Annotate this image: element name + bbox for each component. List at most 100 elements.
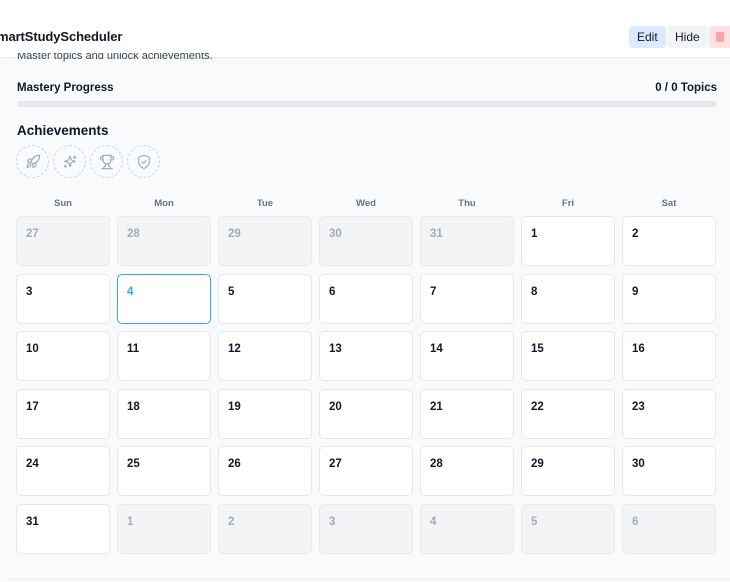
calendar-day[interactable]: 19 [218,389,312,439]
edit-button[interactable]: Edit [629,26,666,48]
day-number: 27 [329,458,342,470]
day-number: 20 [329,401,342,413]
day-number: 1 [531,228,538,240]
day-number: 19 [228,401,241,413]
day-number: 30 [632,458,645,470]
calendar-day[interactable]: 30 [622,446,716,496]
day-number: 28 [430,458,443,470]
day-number: 24 [26,458,39,470]
day-number: 25 [127,458,140,470]
day-number: 27 [26,228,39,240]
day-number: 5 [228,286,235,298]
calendar-day[interactable]: 27 [16,216,110,266]
day-number: 31 [26,516,39,528]
calendar-day[interactable]: 26 [218,446,312,496]
day-number: 10 [26,343,39,355]
calendar-day[interactable]: 6 [319,274,413,324]
day-number: 3 [329,516,336,528]
calendar-day[interactable]: 2 [622,216,716,266]
day-number: 5 [531,516,538,528]
day-number: 17 [26,401,39,413]
mastery-progress-bar [17,101,717,107]
calendar-day[interactable]: 28 [420,446,514,496]
calendar-day[interactable]: 21 [420,389,514,439]
calendar-day[interactable]: 12 [218,331,312,381]
day-number: 23 [632,401,645,413]
weekday-label: Sun [54,198,72,209]
calendar-day[interactable]: 5 [218,274,312,324]
day-number: 7 [430,286,437,298]
calendar-day[interactable]: 20 [319,389,413,439]
day-number: 14 [430,343,443,355]
calendar-day[interactable]: 15 [521,331,615,381]
day-number: 11 [127,343,140,355]
sparkle-icon[interactable] [53,145,86,178]
calendar-day[interactable]: 30 [319,216,413,266]
day-number: 26 [228,458,241,470]
day-number: 28 [127,228,140,240]
day-number: 9 [632,286,639,298]
calendar-day[interactable]: 29 [521,446,615,496]
calendar-day[interactable]: 17 [16,389,110,439]
day-number: 21 [430,401,443,413]
day-number: 6 [632,516,639,528]
calendar-day[interactable]: 10 [16,331,110,381]
weekday-label: Fri [561,198,575,209]
calendar-day[interactable]: 7 [420,274,514,324]
calendar-day-today[interactable]: 4 [117,274,211,324]
app-title: martStudyScheduler [0,29,123,44]
hide-button[interactable]: Hide [667,26,708,48]
trash-icon [716,32,724,42]
subtitle: Master topics and unlock achievements. [17,53,213,62]
calendar-day[interactable]: 16 [622,331,716,381]
calendar-day[interactable]: 11 [117,331,211,381]
calendar-day[interactable]: 25 [117,446,211,496]
calendar-day[interactable]: 9 [622,274,716,324]
day-number: 2 [632,228,639,240]
calendar-day[interactable]: 2 [218,504,312,554]
calendar-day[interactable]: 13 [319,331,413,381]
day-number: 12 [228,343,241,355]
achievements-title: Achievements [17,123,109,138]
day-number: 3 [26,286,33,298]
calendar-day[interactable]: 4 [420,504,514,554]
shield-check-icon[interactable] [127,145,160,178]
calendar-day[interactable]: 5 [521,504,615,554]
day-number: 31 [430,228,443,240]
weekday-label: Wed [356,198,376,209]
calendar-day[interactable]: 29 [218,216,312,266]
calendar-day[interactable]: 28 [117,216,211,266]
day-number: 8 [531,286,538,298]
calendar-day[interactable]: 8 [521,274,615,324]
calendar-day[interactable]: 23 [622,389,716,439]
day-number: 4 [430,516,437,528]
delete-button[interactable] [709,26,730,48]
day-number: 4 [127,286,134,298]
calendar-day[interactable]: 18 [117,389,211,439]
calendar-day[interactable]: 22 [521,389,615,439]
calendar-day[interactable]: 31 [420,216,514,266]
weekday-label: Sat [661,198,677,209]
day-number: 29 [531,458,544,470]
calendar-day[interactable]: 14 [420,331,514,381]
weekday-label: Tue [256,198,274,209]
trophy-icon[interactable] [90,145,123,178]
day-number: 2 [228,516,235,528]
calendar-day[interactable]: 31 [16,504,110,554]
calendar-day[interactable]: 6 [622,504,716,554]
calendar-day[interactable]: 1 [521,216,615,266]
calendar-day[interactable]: 3 [319,504,413,554]
rocket-icon[interactable] [16,145,49,178]
calendar-day[interactable]: 1 [117,504,211,554]
header-bar: martStudyScheduler Edit Hide [0,16,730,58]
weekday-label: Thu [458,198,476,209]
calendar-day[interactable]: 27 [319,446,413,496]
weekday-label: Mon [154,198,174,209]
calendar-day[interactable]: 3 [16,274,110,324]
day-number: 13 [329,343,342,355]
day-number: 15 [531,343,544,355]
calendar-day[interactable]: 24 [16,446,110,496]
day-number: 18 [127,401,140,413]
day-number: 30 [329,228,342,240]
achievement-badges [16,145,160,178]
